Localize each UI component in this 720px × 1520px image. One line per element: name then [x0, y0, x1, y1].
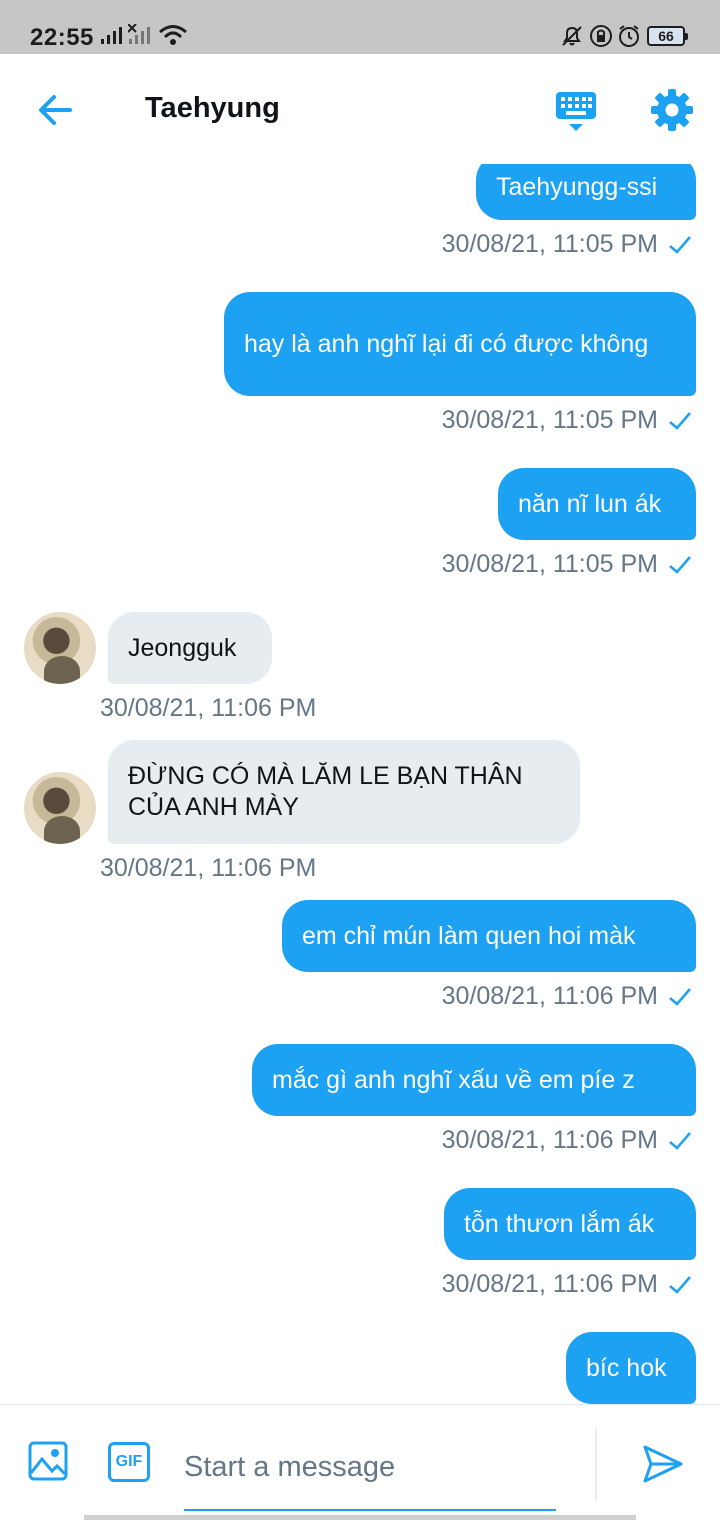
message-timestamp: 30/08/21, 11:06 PM	[441, 1126, 658, 1154]
sent-message-bubble[interactable]: em chỉ mún làm quen hoi màk	[282, 900, 696, 972]
alarm-icon	[619, 25, 639, 47]
signal-icon	[101, 27, 122, 44]
message-input-wrapper	[184, 1427, 556, 1511]
message-timestamp: 30/08/21, 11:06 PM	[441, 1270, 658, 1298]
message-input[interactable]	[184, 1427, 556, 1507]
received-message-bubble[interactable]: ĐỪNG CÓ MÀ LĂM LE BẠN THÂN CỦA ANH MÀY	[108, 740, 580, 844]
check-icon	[669, 988, 691, 1006]
back-arrow-icon[interactable]	[34, 90, 78, 130]
message-list[interactable]: Taehyungg-ssi 30/08/21, 11:05 PM hay là …	[0, 164, 720, 1404]
rotation-lock-icon	[590, 25, 612, 47]
gif-icon[interactable]: GIF	[108, 1442, 150, 1482]
message-text: hay là anh nghĩ lại đi có được không	[244, 329, 649, 358]
message-text: tỗn thươn lắm ák	[464, 1209, 655, 1238]
avatar[interactable]	[24, 612, 96, 684]
message-text: ĐỪNG CÓ MÀ LĂM LE BẠN THÂN CỦA ANH MÀY	[128, 762, 523, 821]
check-icon	[669, 1276, 691, 1294]
message-text: năn nĩ lun ák	[518, 489, 662, 518]
message-text: em chỉ mún làm quen hoi màk	[302, 921, 636, 950]
avatar[interactable]	[24, 772, 96, 844]
sent-message-bubble[interactable]: năn nĩ lun ák	[498, 468, 696, 540]
battery-indicator: 66	[647, 26, 688, 46]
divider	[595, 1429, 597, 1501]
message-text: bíc hok	[586, 1353, 667, 1382]
sent-message-bubble[interactable]: Taehyungg-ssi	[476, 164, 696, 220]
conversation-title: Taehyung	[145, 92, 280, 124]
wifi-icon	[159, 25, 187, 45]
send-icon[interactable]	[642, 1443, 684, 1485]
message-text: Taehyungg-ssi	[496, 172, 658, 201]
keyboard-icon[interactable]	[554, 90, 598, 134]
sent-message-bubble[interactable]: bíc hok	[566, 1332, 696, 1404]
check-icon	[669, 556, 691, 574]
sent-message-bubble[interactable]: mắc gì anh nghĩ xấu về em píe z	[252, 1044, 696, 1116]
status-bar: 22:55 66	[0, 0, 720, 54]
message-text: mắc gì anh nghĩ xấu về em píe z	[272, 1065, 635, 1094]
check-icon	[669, 1132, 691, 1150]
navigation-handle[interactable]	[84, 1515, 636, 1520]
status-time: 22:55	[30, 24, 94, 51]
message-text: Jeongguk	[128, 633, 237, 662]
message-timestamp: 30/08/21, 11:05 PM	[441, 406, 658, 434]
message-timestamp: 30/08/21, 11:06 PM	[100, 854, 317, 882]
received-message-bubble[interactable]: Jeongguk	[108, 612, 272, 684]
sent-message-bubble[interactable]: tỗn thươn lắm ák	[444, 1188, 696, 1260]
image-icon[interactable]	[28, 1441, 68, 1481]
message-timestamp: 30/08/21, 11:05 PM	[441, 550, 658, 578]
gear-icon[interactable]	[650, 88, 694, 132]
message-timestamp: 30/08/21, 11:06 PM	[100, 694, 317, 722]
sent-message-bubble[interactable]: hay là anh nghĩ lại đi có được không	[224, 292, 696, 396]
message-timestamp: 30/08/21, 11:06 PM	[441, 982, 658, 1010]
mute-bell-icon	[562, 26, 582, 46]
signal-no-service-icon	[128, 24, 150, 44]
conversation-header: Taehyung	[0, 54, 720, 164]
message-composer: GIF	[0, 1404, 720, 1520]
message-timestamp: 30/08/21, 11:05 PM	[441, 230, 658, 258]
check-icon	[669, 412, 691, 430]
check-icon	[669, 236, 691, 254]
